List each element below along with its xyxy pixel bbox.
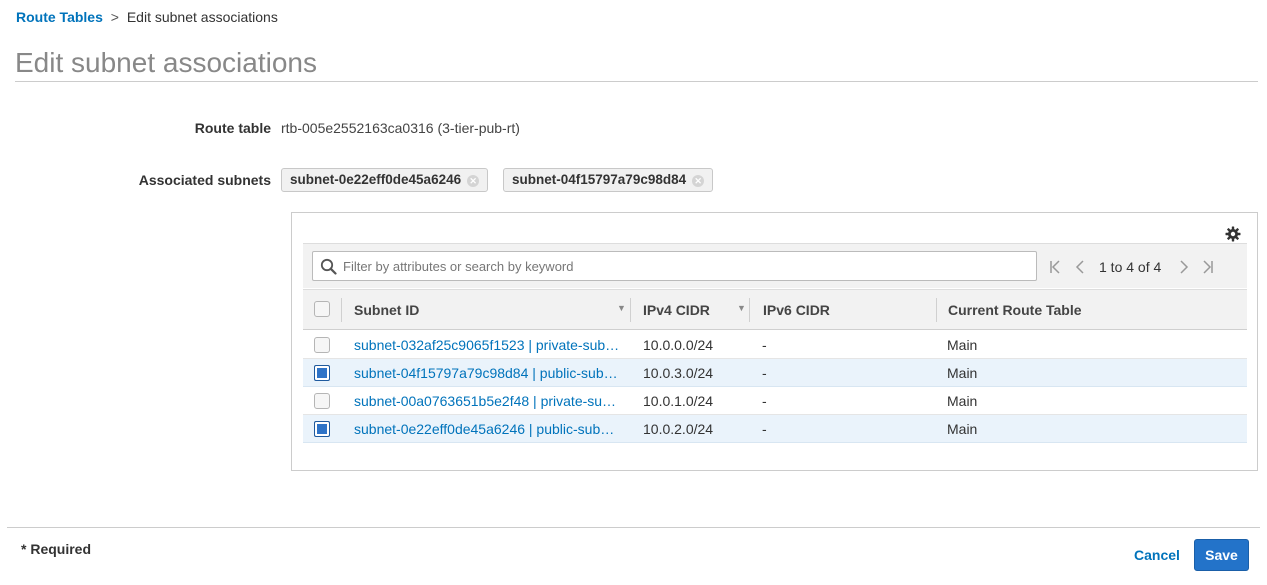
column-divider — [936, 298, 937, 322]
footer-divider — [7, 527, 1260, 528]
route-table-value: rtb-005e2552163ca0316 (3-tier-pub-rt) — [281, 120, 520, 136]
subnet-id-link[interactable]: subnet-00a0763651b5e2f48 | private-su… — [354, 393, 616, 409]
row-checkbox[interactable] — [314, 421, 330, 437]
pagination-status: 1 to 4 of 4 — [1099, 259, 1162, 275]
breadcrumb-current: Edit subnet associations — [126, 9, 278, 25]
route-table-cell: Main — [947, 365, 978, 381]
associated-subnets-label: Associated subnets — [138, 172, 271, 188]
table-header: Subnet ID ▼ IPv4 CIDR ▼ IPv6 CIDR Curren… — [303, 289, 1247, 330]
table-row[interactable]: subnet-0e22eff0de45a6246 | public-sub… 1… — [303, 415, 1247, 443]
gear-icon[interactable] — [1225, 226, 1241, 242]
subnet-chip-label: subnet-0e22eff0de45a6246 — [290, 172, 462, 187]
table-row[interactable]: subnet-00a0763651b5e2f48 | private-su… 1… — [303, 387, 1247, 415]
ipv6-cidr-cell: - — [762, 421, 767, 437]
save-button[interactable]: Save — [1194, 539, 1249, 571]
column-divider — [341, 298, 342, 322]
remove-chip-icon[interactable]: ✕ — [692, 175, 705, 187]
ipv4-cidr-cell: 10.0.3.0/24 — [643, 365, 714, 381]
column-divider — [749, 298, 750, 322]
route-table-cell: Main — [947, 421, 978, 437]
ipv4-cidr-cell: 10.0.2.0/24 — [643, 421, 714, 437]
column-header-subnet-id[interactable]: Subnet ID — [354, 302, 419, 318]
search-input[interactable] — [343, 252, 1033, 280]
ipv4-cidr-cell: 10.0.0.0/24 — [643, 337, 714, 353]
breadcrumb: Route Tables > Edit subnet associations — [16, 9, 278, 25]
next-page-icon[interactable] — [1178, 260, 1190, 274]
column-header-ipv4-cidr[interactable]: IPv4 CIDR — [643, 302, 710, 318]
column-header-current-route-table[interactable]: Current Route Table — [948, 302, 1082, 318]
cancel-button[interactable]: Cancel — [1134, 547, 1180, 563]
row-checkbox[interactable] — [314, 393, 330, 409]
row-checkbox[interactable] — [314, 337, 330, 353]
subnet-id-link[interactable]: subnet-0e22eff0de45a6246 | public-sub… — [354, 421, 614, 437]
route-table-cell: Main — [947, 393, 978, 409]
select-all-checkbox[interactable] — [314, 301, 330, 317]
column-divider — [630, 298, 631, 322]
subnet-id-link[interactable]: subnet-04f15797a79c98d84 | public-sub… — [354, 365, 618, 381]
required-note: * Required — [21, 541, 92, 557]
subnet-chip: subnet-04f15797a79c98d84 ✕ — [503, 168, 714, 192]
sort-caret-icon[interactable]: ▼ — [737, 303, 746, 313]
row-checkbox[interactable] — [314, 365, 330, 381]
table-row[interactable]: subnet-04f15797a79c98d84 | public-sub… 1… — [303, 359, 1247, 387]
route-table-cell: Main — [947, 337, 978, 353]
page-title: Edit subnet associations — [15, 47, 317, 78]
sort-caret-icon[interactable]: ▼ — [617, 303, 626, 313]
subnet-chip: subnet-0e22eff0de45a6246 ✕ — [281, 168, 489, 192]
ipv4-cidr-cell: 10.0.1.0/24 — [643, 393, 714, 409]
ipv6-cidr-cell: - — [762, 337, 767, 353]
breadcrumb-separator: > — [110, 9, 119, 25]
subnet-id-link[interactable]: subnet-032af25c9065f1523 | private-sub… — [354, 337, 619, 353]
search-box — [312, 251, 1037, 281]
last-page-icon[interactable] — [1200, 260, 1214, 274]
route-table-label: Route table — [194, 120, 271, 136]
breadcrumb-route-tables-link[interactable]: Route Tables — [16, 9, 103, 25]
title-divider — [15, 81, 1258, 82]
remove-chip-icon[interactable]: ✕ — [467, 175, 480, 187]
subnet-chip-label: subnet-04f15797a79c98d84 — [512, 172, 687, 187]
first-page-icon[interactable] — [1049, 260, 1063, 274]
search-icon — [320, 258, 337, 275]
ipv6-cidr-cell: - — [762, 393, 767, 409]
column-header-ipv6-cidr[interactable]: IPv6 CIDR — [763, 302, 830, 318]
prev-page-icon[interactable] — [1074, 260, 1086, 274]
table-row[interactable]: subnet-032af25c9065f1523 | private-sub… … — [303, 331, 1247, 359]
ipv6-cidr-cell: - — [762, 365, 767, 381]
